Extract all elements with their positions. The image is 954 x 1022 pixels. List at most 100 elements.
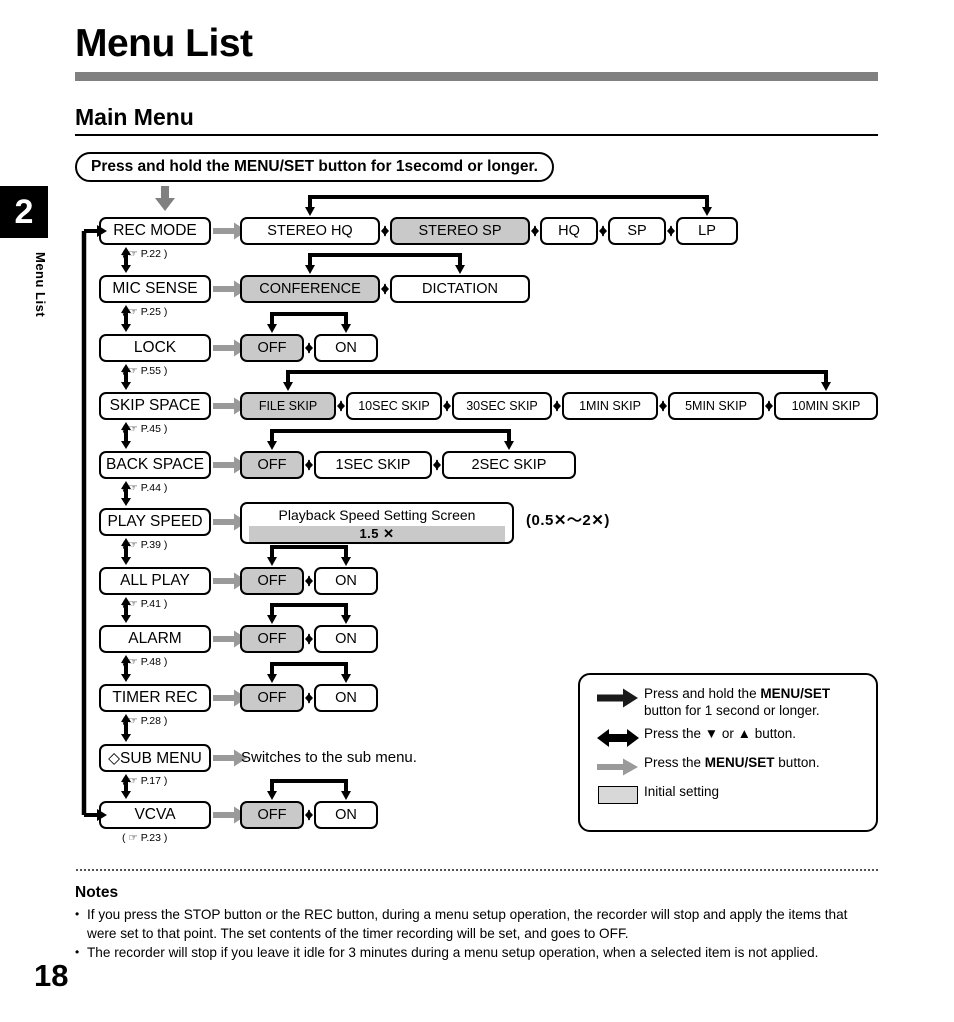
option-skip-space-file-skip[interactable]: FILE SKIP bbox=[240, 392, 336, 420]
legend-l1-b: MENU/SET bbox=[760, 686, 831, 701]
option-rec-mode-stereo-sp[interactable]: STEREO SP bbox=[390, 217, 530, 245]
menu-item-back-space[interactable]: BACK SPACE bbox=[99, 451, 211, 479]
vertical-double-arrow-icon bbox=[121, 247, 131, 273]
menu-item-all-play[interactable]: ALL PLAY bbox=[99, 567, 211, 595]
legend-l3-a: Press the bbox=[644, 755, 705, 770]
gray-right-arrow-icon bbox=[592, 754, 644, 777]
vertical-double-arrow-icon bbox=[121, 422, 131, 449]
loop-back-connector bbox=[267, 603, 351, 624]
legend-box: Press and hold the MENU/SET button for 1… bbox=[578, 673, 878, 832]
playback-speed-range: (0.5✕～2✕) bbox=[526, 512, 610, 529]
option-back-space-off[interactable]: OFF bbox=[240, 451, 304, 479]
option-rec-mode-lp[interactable]: LP bbox=[676, 217, 738, 245]
legend-item-updown: Press the ▼ or ▲ button. bbox=[592, 725, 864, 748]
menu-loop-spine bbox=[81, 225, 107, 821]
legend-l1-c: button for 1 second or longer. bbox=[644, 703, 820, 718]
loop-back-connector bbox=[267, 312, 351, 333]
option-skip-space-5min-skip[interactable]: 5MIN SKIP bbox=[668, 392, 764, 420]
option-rec-mode-sp[interactable]: SP bbox=[608, 217, 666, 245]
loop-back-connector bbox=[267, 779, 351, 800]
option-alarm-off[interactable]: OFF bbox=[240, 625, 304, 653]
vertical-double-arrow-icon bbox=[121, 538, 131, 565]
option-back-space-1sec-skip[interactable]: 1SEC SKIP bbox=[314, 451, 432, 479]
legend-item-initial-setting: Initial setting bbox=[592, 783, 864, 804]
menu-item-rec-mode[interactable]: REC MODE bbox=[99, 217, 211, 245]
loop-back-connector bbox=[305, 253, 465, 274]
playback-speed-value-bar: 1.5 ✕ bbox=[249, 525, 505, 542]
notes-list: If you press the STOP button or the REC … bbox=[75, 905, 880, 964]
horizontal-double-arrow-icon bbox=[765, 400, 773, 412]
legend-l1-a: Press and hold the bbox=[644, 686, 761, 701]
option-timer-rec-on[interactable]: ON bbox=[314, 684, 378, 712]
horizontal-double-arrow-icon bbox=[305, 342, 313, 354]
option-rec-mode-stereo-hq[interactable]: STEREO HQ bbox=[240, 217, 380, 245]
option-vcva-on[interactable]: ON bbox=[314, 801, 378, 829]
option-mic-sense-dictation[interactable]: DICTATION bbox=[390, 275, 530, 303]
horizontal-double-arrow-icon bbox=[305, 575, 313, 587]
menu-item-skip-space[interactable]: SKIP SPACE bbox=[99, 392, 211, 420]
legend-text-hold-menuset: Press and hold the MENU/SET button for 1… bbox=[644, 685, 830, 719]
black-double-head-arrow-icon bbox=[592, 725, 644, 748]
vertical-double-arrow-icon bbox=[121, 597, 131, 623]
menu-item-lock[interactable]: LOCK bbox=[99, 334, 211, 362]
legend-l3-c: button. bbox=[774, 755, 820, 770]
notes-divider bbox=[76, 869, 878, 871]
option-lock-on[interactable]: ON bbox=[314, 334, 378, 362]
horizontal-double-arrow-icon bbox=[599, 225, 607, 237]
option-skip-space-1min-skip[interactable]: 1MIN SKIP bbox=[562, 392, 658, 420]
option-timer-rec-off[interactable]: OFF bbox=[240, 684, 304, 712]
option-alarm-on[interactable]: ON bbox=[314, 625, 378, 653]
option-lock-off[interactable]: OFF bbox=[240, 334, 304, 362]
vertical-double-arrow-icon bbox=[121, 655, 131, 682]
vertical-double-arrow-icon bbox=[121, 364, 131, 390]
option-skip-space-10sec-skip[interactable]: 10SEC SKIP bbox=[346, 392, 442, 420]
horizontal-double-arrow-icon bbox=[531, 225, 539, 237]
loop-back-connector bbox=[267, 429, 514, 450]
option-back-space-2sec-skip[interactable]: 2SEC SKIP bbox=[442, 451, 576, 479]
gray-swatch-icon bbox=[592, 783, 644, 804]
horizontal-double-arrow-icon bbox=[381, 225, 389, 237]
notes-heading: Notes bbox=[75, 884, 119, 901]
playback-speed-screen: Playback Speed Setting Screen 1.5 ✕ bbox=[240, 502, 514, 544]
legend-text-updown: Press the ▼ or ▲ button. bbox=[644, 726, 797, 741]
horizontal-double-arrow-icon bbox=[667, 225, 675, 237]
menu-item-vcva[interactable]: VCVA bbox=[99, 801, 211, 829]
sub-menu-note: Switches to the sub menu. bbox=[241, 749, 417, 766]
playback-speed-screen-title: Playback Speed Setting Screen bbox=[278, 506, 476, 523]
option-vcva-off[interactable]: OFF bbox=[240, 801, 304, 829]
vertical-double-arrow-icon bbox=[121, 481, 131, 506]
horizontal-double-arrow-icon bbox=[337, 400, 345, 412]
note-item: If you press the STOP button or the REC … bbox=[75, 905, 880, 943]
page-number: 18 bbox=[34, 958, 69, 993]
vertical-double-arrow-icon bbox=[121, 714, 131, 742]
loop-back-connector bbox=[283, 370, 831, 391]
legend-item-hold-menuset: Press and hold the MENU/SET button for 1… bbox=[592, 685, 864, 719]
menu-item-timer-rec[interactable]: TIMER REC bbox=[99, 684, 211, 712]
horizontal-double-arrow-icon bbox=[305, 809, 313, 821]
option-rec-mode-hq[interactable]: HQ bbox=[540, 217, 598, 245]
menu-item-sub-menu[interactable]: ◇SUB MENU bbox=[99, 744, 211, 772]
black-thick-right-arrow-icon bbox=[592, 685, 644, 708]
menu-item-play-speed[interactable]: PLAY SPEED bbox=[99, 508, 211, 536]
horizontal-double-arrow-icon bbox=[381, 283, 389, 295]
horizontal-double-arrow-icon bbox=[433, 459, 441, 471]
horizontal-double-arrow-icon bbox=[659, 400, 667, 412]
page-reference-vcva: ( ☞ P.23 ) bbox=[122, 832, 168, 844]
option-all-play-off[interactable]: OFF bbox=[240, 567, 304, 595]
horizontal-double-arrow-icon bbox=[305, 633, 313, 645]
vertical-double-arrow-icon bbox=[121, 774, 131, 799]
menu-item-alarm[interactable]: ALARM bbox=[99, 625, 211, 653]
horizontal-double-arrow-icon bbox=[443, 400, 451, 412]
menu-item-mic-sense[interactable]: MIC SENSE bbox=[99, 275, 211, 303]
option-skip-space-30sec-skip[interactable]: 30SEC SKIP bbox=[452, 392, 552, 420]
option-mic-sense-conference[interactable]: CONFERENCE bbox=[240, 275, 380, 303]
loop-back-connector bbox=[267, 545, 351, 566]
loop-back-connector bbox=[267, 662, 351, 683]
option-all-play-on[interactable]: ON bbox=[314, 567, 378, 595]
horizontal-double-arrow-icon bbox=[553, 400, 561, 412]
option-skip-space-10min-skip[interactable]: 10MIN SKIP bbox=[774, 392, 878, 420]
loop-back-connector bbox=[305, 195, 712, 216]
horizontal-double-arrow-icon bbox=[305, 692, 313, 704]
vertical-double-arrow-icon bbox=[121, 305, 131, 332]
legend-l3-b: MENU/SET bbox=[704, 755, 775, 770]
